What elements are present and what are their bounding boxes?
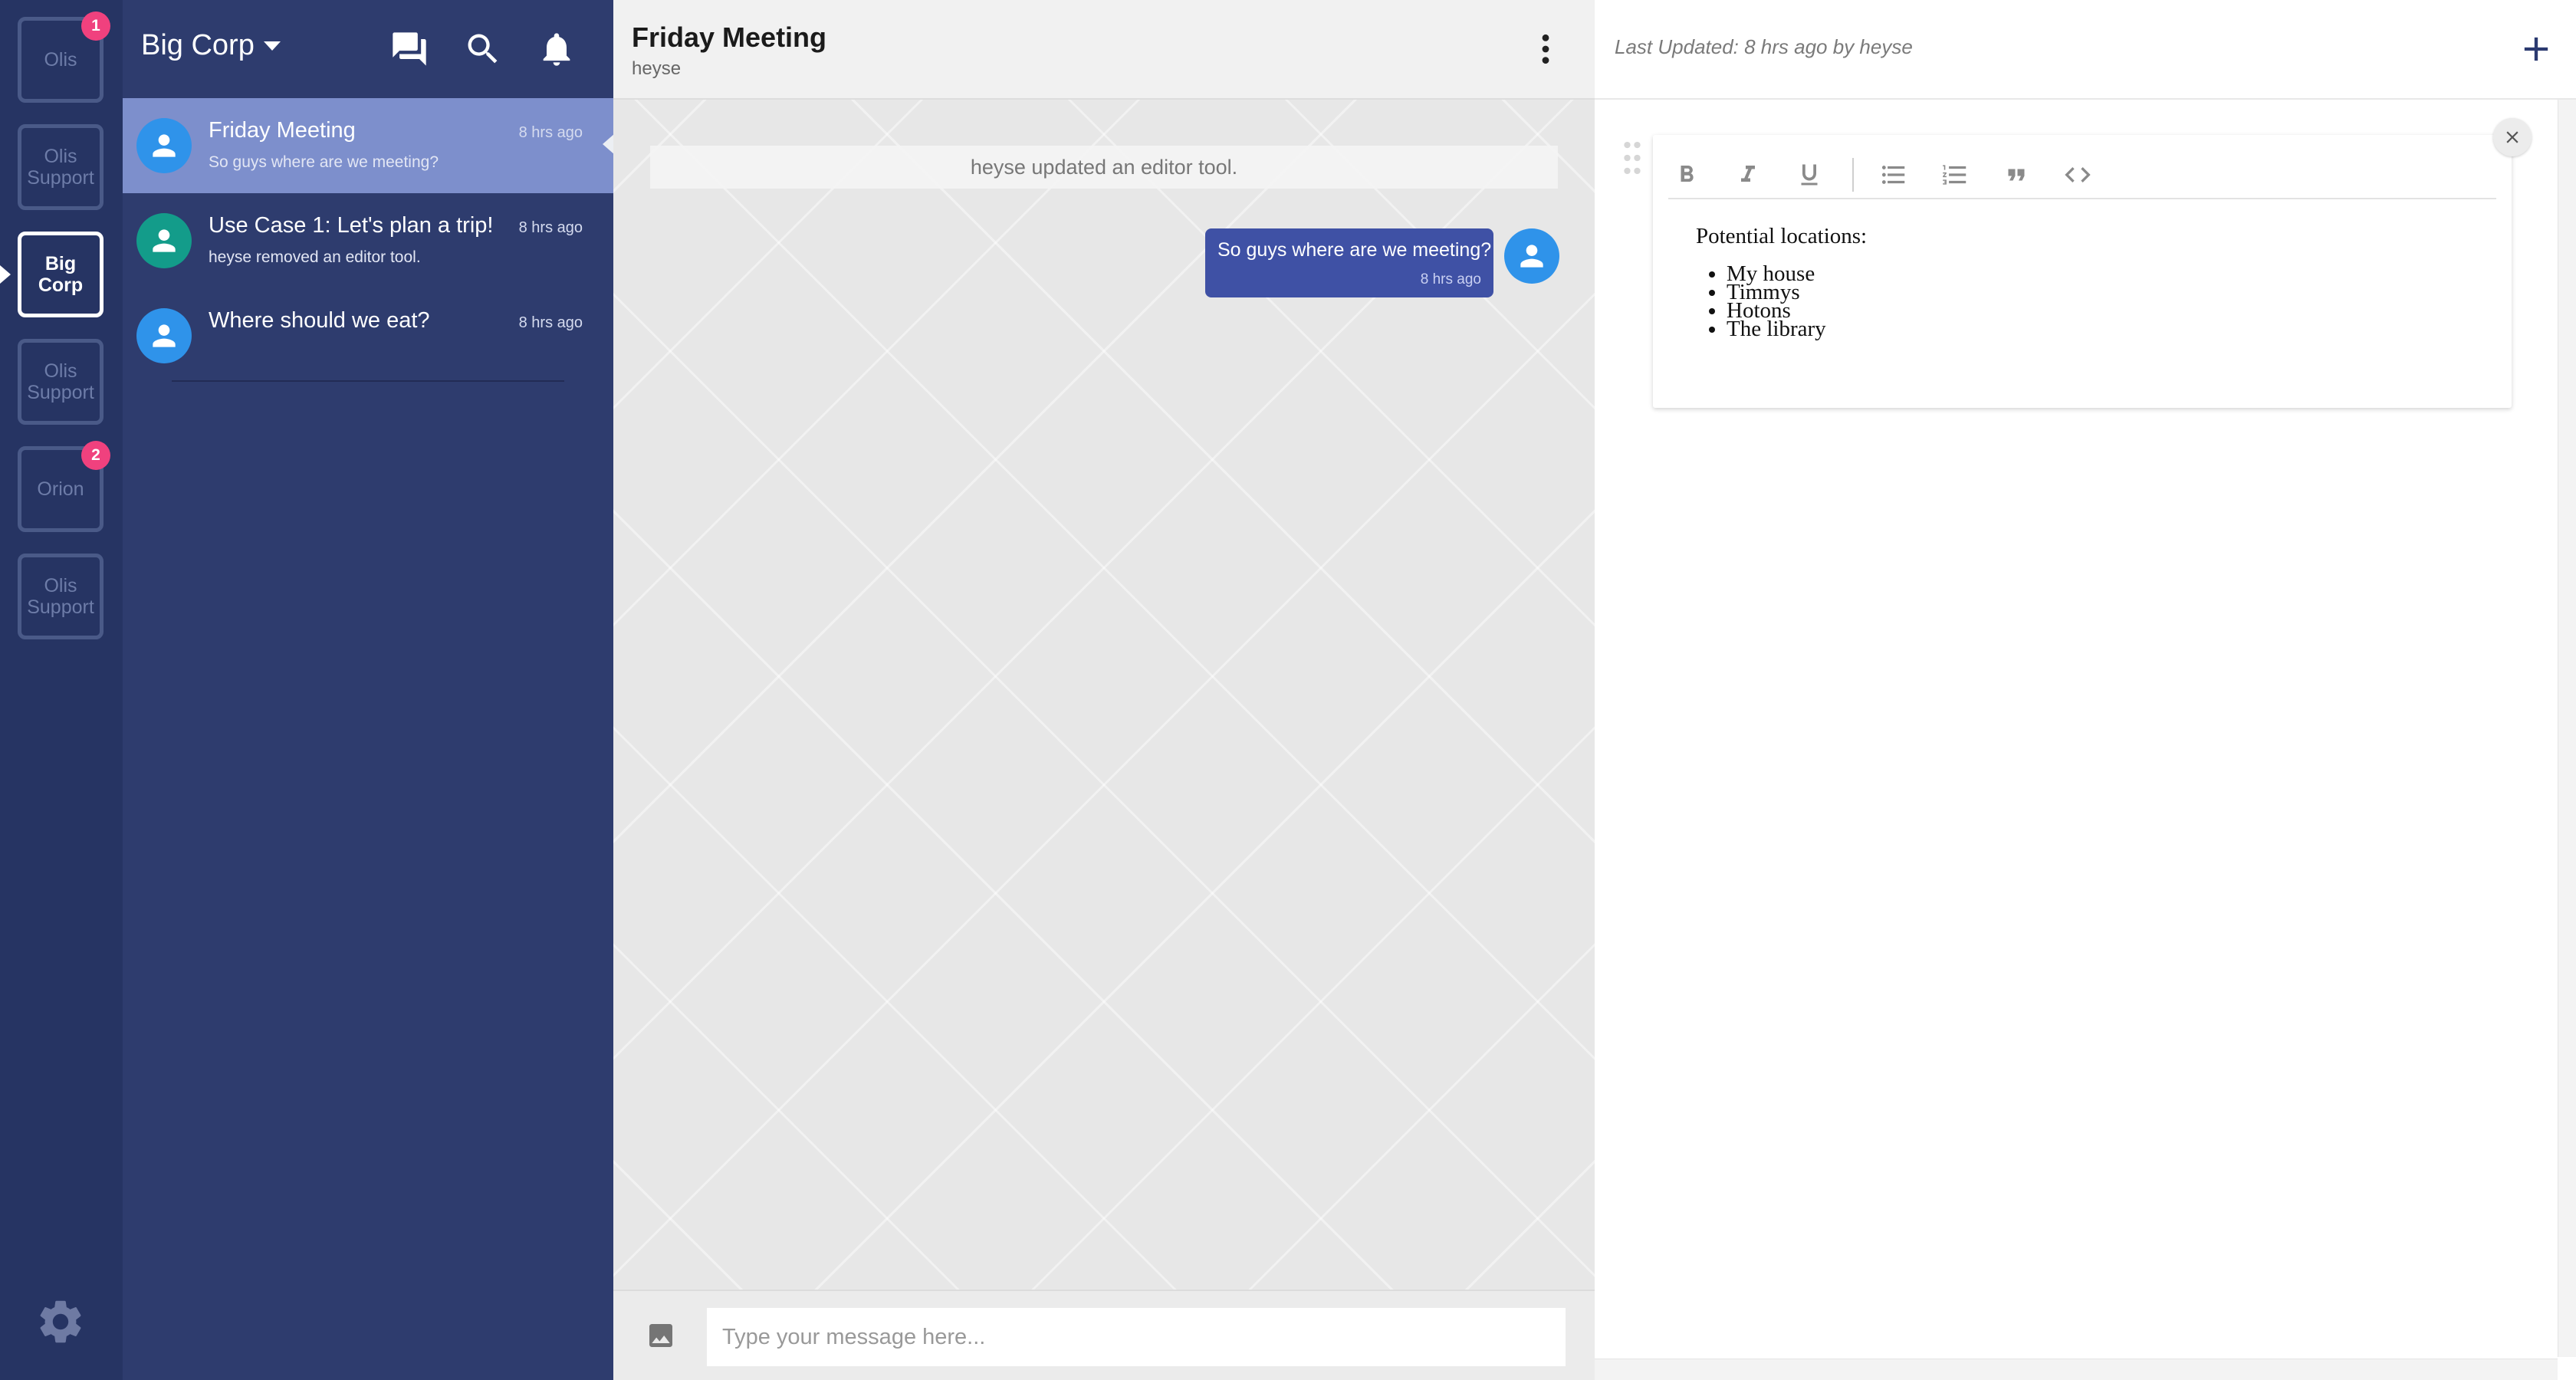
code-icon (2065, 167, 2091, 182)
toolbar-separator (1852, 158, 1854, 192)
workspace-olis-support[interactable]: Olis Support (18, 554, 104, 639)
conversation-title: Where should we eat? (209, 308, 430, 333)
conversation-title: Friday Meeting (209, 118, 356, 143)
editor-content[interactable]: Potential locations: My house Timmys Hot… (1696, 224, 1868, 340)
conversation-list: Big Corp Friday Meeting 8 hrs ago So guy… (123, 0, 615, 1380)
quote-icon (2008, 169, 2025, 181)
location-list: My house Timmys Hotons The library (1727, 263, 1867, 340)
quote-button[interactable] (1999, 158, 2033, 192)
search-icon[interactable] (463, 29, 503, 69)
list-divider (172, 380, 564, 382)
conversation-time: 8 hrs ago (518, 124, 583, 141)
divider (1595, 98, 2576, 100)
conversation-time: 8 hrs ago (518, 219, 583, 236)
workspace-olis[interactable]: Olis 1 (18, 12, 110, 103)
bell-icon[interactable] (537, 29, 577, 69)
plus-icon[interactable] (2516, 29, 2556, 69)
workspace-label: Olis Support (27, 575, 94, 618)
message-text: So guys where are we meeting? (1217, 239, 1492, 261)
message-time: 8 hrs ago (1420, 271, 1481, 288)
avatar (136, 118, 192, 173)
conversation-time: 8 hrs ago (518, 314, 583, 331)
message-composer (613, 1290, 1595, 1380)
bulleted-list-button[interactable] (1877, 158, 1911, 192)
conversation-item-use-case-1[interactable]: Use Case 1: Let's plan a trip! 8 hrs ago… (123, 193, 613, 288)
workspace-big-corp[interactable]: Big Corp (18, 232, 104, 317)
active-workspace-pointer (0, 265, 11, 284)
person-icon (153, 134, 176, 157)
editor-toolbar (1668, 153, 2496, 199)
numbered-list-button[interactable] (1938, 158, 1972, 192)
chat-subtitle: heyse (632, 58, 682, 79)
close-tool-button[interactable] (2493, 118, 2532, 156)
avatar (136, 308, 192, 363)
conversation-item-friday-meeting[interactable]: Friday Meeting 8 hrs ago So guys where a… (123, 98, 613, 193)
message-input[interactable] (707, 1308, 1566, 1366)
vertical-scrollbar[interactable] (2558, 100, 2576, 1357)
conversation-list-header: Big Corp (123, 0, 613, 98)
person-icon (153, 229, 176, 252)
chat-title: Friday Meeting (632, 21, 827, 53)
list-item: The library (1727, 318, 1867, 340)
workspace-orion[interactable]: Orion 2 (18, 441, 110, 532)
person-icon (153, 324, 176, 347)
conversation-title: Use Case 1: Let's plan a trip! (209, 213, 494, 238)
workspace-label: Orion (37, 478, 84, 500)
chat-header: Friday Meeting heyse (613, 0, 1595, 100)
avatar (1504, 228, 1559, 284)
document-heading: Potential locations: (1696, 224, 1868, 248)
italic-button[interactable] (1731, 158, 1765, 192)
caret-down-icon (263, 41, 281, 51)
workspace-rail: Olis 1 Olis Support Big Corp Olis Suppor… (0, 0, 123, 1380)
workspace-label: Olis Support (27, 146, 94, 189)
unread-badge: 2 (81, 441, 110, 470)
underline-icon (1801, 164, 1818, 186)
workspace-label: Olis (44, 49, 77, 71)
workspace-label: Olis Support (27, 360, 94, 403)
workspace-olis-support[interactable]: Olis Support (18, 124, 104, 210)
last-updated-text: Last Updated: 8 hrs ago by heyse (1615, 35, 1913, 58)
workspace-olis-support[interactable]: Olis Support (18, 339, 104, 425)
person-icon (1520, 245, 1543, 268)
conversation-preview: heyse removed an editor tool. (209, 248, 421, 266)
message-bubble: So guys where are we meeting? 8 hrs ago (1205, 228, 1493, 297)
conversation-item-where-should-we-eat[interactable]: Where should we eat? 8 hrs ago (123, 288, 613, 383)
code-button[interactable] (2061, 158, 2095, 192)
close-icon (2506, 131, 2518, 143)
chat-pane: Friday Meeting heyse heyse updated an ed… (613, 0, 1595, 1380)
avatar (136, 213, 192, 268)
editor-tool-card: Potential locations: My house Timmys Hot… (1653, 135, 2512, 408)
unread-badge: 1 (81, 12, 110, 41)
org-name: Big Corp (141, 29, 255, 61)
italic-icon (1741, 166, 1755, 182)
bold-button[interactable] (1670, 158, 1704, 192)
more-vertical-icon[interactable] (1535, 32, 1556, 66)
chat-icon[interactable] (389, 29, 429, 69)
bulleted-list-icon (1881, 166, 1905, 184)
numbered-list-icon (1943, 165, 1967, 185)
workspace-label: Big Corp (38, 253, 84, 296)
editor-panel: Last Updated: 8 hrs ago by heyse Potenti… (1595, 0, 2576, 1380)
image-icon[interactable] (646, 1320, 676, 1351)
underline-button[interactable] (1792, 158, 1826, 192)
system-message: heyse updated an editor tool. (650, 146, 1558, 189)
horizontal-scrollbar[interactable] (1595, 1359, 2558, 1380)
conversation-preview: So guys where are we meeting? (209, 153, 439, 171)
gear-icon[interactable] (34, 1296, 87, 1348)
org-switcher[interactable]: Big Corp (141, 29, 281, 62)
drag-handle-icon[interactable] (1622, 140, 1642, 176)
bold-icon (1681, 166, 1694, 182)
